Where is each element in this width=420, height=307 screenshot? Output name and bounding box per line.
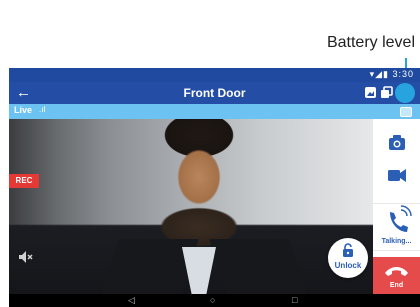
fullscreen-toggle-icon[interactable] xyxy=(400,107,412,117)
speaker-muted-icon[interactable] xyxy=(17,249,33,265)
phone-talking-icon xyxy=(390,205,412,232)
app-bar: ← Front Door xyxy=(9,82,420,104)
live-label: Live xyxy=(14,105,33,115)
device-screen: ▾◢▮ 3:30 ← Front Door Live .ıl REC Unloc… xyxy=(9,68,420,307)
battery-level-callout-label: Battery level xyxy=(326,34,415,51)
page-title: Front Door xyxy=(183,86,246,100)
end-label: End xyxy=(389,282,404,289)
unlock-button[interactable]: Unlock xyxy=(328,238,368,278)
android-nav-bar: ◁ ○ □ xyxy=(9,294,420,307)
control-side-panel: Talking... End xyxy=(373,119,420,294)
end-call-button[interactable]: End xyxy=(373,257,420,294)
live-bar: Live .ıl xyxy=(9,104,420,119)
snapshot-button[interactable] xyxy=(373,131,420,155)
nav-recents-icon[interactable]: □ xyxy=(292,295,297,306)
talk-button[interactable]: Talking... xyxy=(373,203,420,251)
record-video-button[interactable] xyxy=(373,163,420,187)
status-icons: ▾◢▮ 3:30 xyxy=(369,69,414,79)
video-camera-icon xyxy=(388,169,406,182)
nav-home-icon[interactable]: ○ xyxy=(210,295,215,306)
camera-icon xyxy=(389,135,405,150)
hang-up-icon xyxy=(385,267,408,276)
nav-back-icon[interactable]: ◁ xyxy=(128,295,135,306)
status-bar: ▾◢▮ 3:30 xyxy=(9,68,420,82)
live-video-feed: REC Unlock xyxy=(9,119,373,299)
talking-label: Talking... xyxy=(381,238,412,245)
signal-strength-icon: .ıl xyxy=(39,105,46,114)
battery-level-indicator xyxy=(395,83,415,103)
copy-icon[interactable] xyxy=(380,86,393,99)
video-subject-shirt xyxy=(182,247,216,297)
unlock-label: Unlock xyxy=(334,261,362,270)
gallery-icon[interactable] xyxy=(364,86,377,99)
video-subject-shoulder-right xyxy=(209,239,309,299)
rec-badge: REC xyxy=(9,174,39,188)
padlock-icon xyxy=(343,243,353,257)
